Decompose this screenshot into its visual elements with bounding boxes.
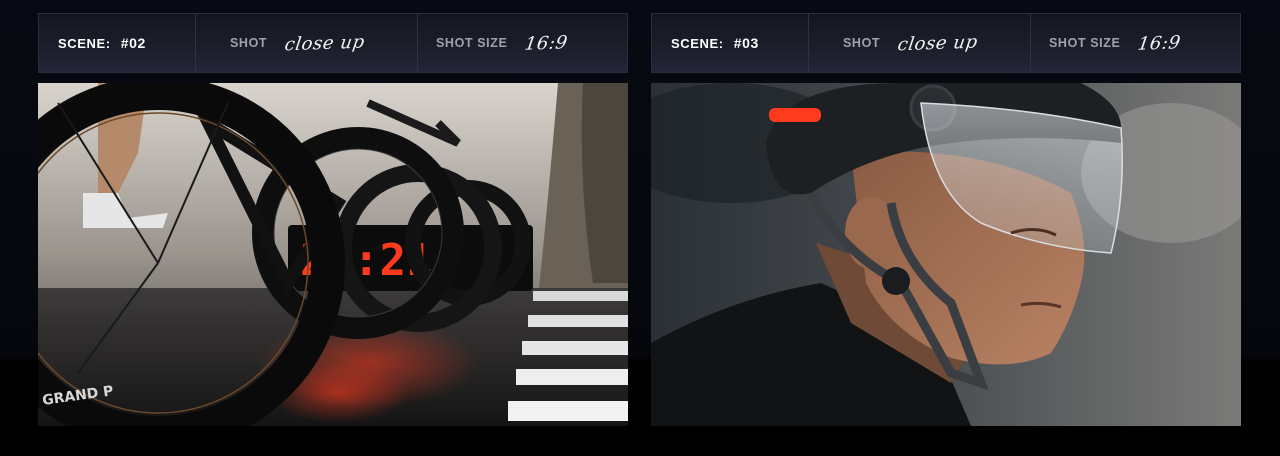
shot-label: SHOT: [230, 36, 268, 50]
cyclist-helmet-portrait-image: [651, 83, 1241, 426]
shot-value: close up: [896, 31, 980, 55]
scene-panel-03: SCENE: #03 SHOT close up SHOT SIZE 16:9: [651, 13, 1241, 426]
scene-header: SCENE: #03 SHOT close up SHOT SIZE 16:9: [651, 13, 1241, 73]
storyboard-page: SCENE: #02 SHOT close up SHOT SIZE 16:9: [0, 0, 1280, 456]
scene-number: #03: [733, 35, 759, 51]
shot-label: SHOT: [843, 36, 881, 50]
shot-size-value: 16:9: [1136, 31, 1183, 55]
shot-cell: SHOT close up: [196, 14, 418, 72]
bicycle-wheels-start-line-image: 27:21 GRAND P: [38, 83, 628, 426]
shot-value: close up: [283, 31, 367, 55]
scene-label: SCENE:: [58, 35, 111, 51]
bicycle-scene-illustration: 27:21 GRAND P: [38, 83, 628, 426]
scene-header: SCENE: #02 SHOT close up SHOT SIZE 16:9: [38, 13, 628, 73]
scene-panel-02: SCENE: #02 SHOT close up SHOT SIZE 16:9: [38, 13, 628, 426]
shot-size-label: SHOT SIZE: [1049, 36, 1121, 50]
shot-size-label: SHOT SIZE: [436, 36, 508, 50]
scene-cell: SCENE: #02: [39, 14, 196, 72]
cyclist-portrait-illustration: [651, 83, 1241, 426]
shot-size-cell: SHOT SIZE 16:9: [418, 14, 627, 72]
scene-label: SCENE:: [671, 35, 724, 51]
scene-cell: SCENE: #03: [652, 14, 809, 72]
helmet-light-icon: [769, 108, 821, 122]
shot-cell: SHOT close up: [809, 14, 1031, 72]
shot-size-value: 16:9: [523, 31, 570, 55]
scene-number: #02: [120, 35, 146, 51]
shot-size-cell: SHOT SIZE 16:9: [1031, 14, 1240, 72]
